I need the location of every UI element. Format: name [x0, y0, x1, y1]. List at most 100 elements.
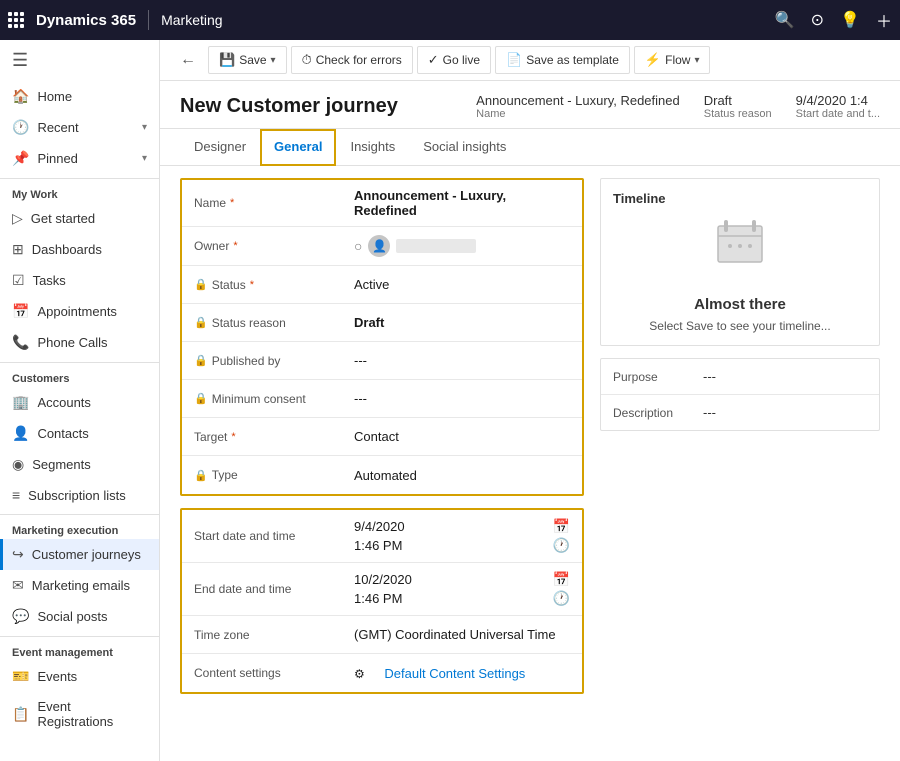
field-label-status-reason: 🔒 Status reason: [182, 308, 342, 338]
sidebar-item-home[interactable]: 🏠 Home: [0, 81, 159, 112]
meta-name-value: Announcement - Luxury, Redefined: [476, 93, 680, 108]
contacts-icon: 👤: [12, 425, 29, 442]
page-meta: Announcement - Luxury, Redefined Name Dr…: [476, 93, 880, 120]
content-settings-link[interactable]: Default Content Settings: [372, 658, 537, 689]
sidebar-item-recent[interactable]: 🕐 Recent ▾: [0, 112, 159, 143]
back-button[interactable]: ←: [172, 47, 204, 73]
expand-icon: ▾: [142, 122, 147, 133]
field-value-status[interactable]: Active: [342, 269, 582, 300]
purpose-row-purpose: Purpose ---: [601, 359, 879, 395]
form-row-status: 🔒 Status * Active: [182, 266, 582, 304]
sidebar-item-dashboards[interactable]: ⊞ Dashboards: [0, 234, 159, 265]
field-value-owner[interactable]: ○ 👤: [342, 227, 582, 265]
field-label-published-by: 🔒 Published by: [182, 346, 342, 376]
field-value-min-consent[interactable]: ---: [342, 383, 582, 414]
sidebar: ☰ 🏠 Home 🕐 Recent ▾ 📌 Pinned ▾ My Work ▷…: [0, 40, 160, 761]
purpose-value[interactable]: ---: [703, 369, 716, 384]
field-value-type[interactable]: Automated: [342, 460, 582, 491]
sidebar-item-events[interactable]: 🎫 Events: [0, 661, 159, 692]
owner-circle-icon: ○: [354, 238, 362, 254]
dashboards-icon: ⊞: [12, 241, 24, 258]
field-value-target[interactable]: Contact: [342, 421, 582, 452]
sidebar-item-subscription-lists[interactable]: ≡ Subscription lists: [0, 480, 159, 510]
timeline-almost-text: Almost there: [694, 296, 786, 313]
clock-icon[interactable]: 🕐: [553, 537, 570, 554]
flow-dropdown-icon[interactable]: ▾: [694, 55, 699, 66]
tab-insights[interactable]: Insights: [336, 129, 409, 166]
sidebar-item-label: Accounts: [37, 395, 90, 410]
main-content: ← 💾 Save ▾ ⏱ Check for errors ✓ Go live …: [160, 40, 900, 761]
page-header: New Customer journey Announcement - Luxu…: [160, 81, 900, 129]
meta-date-label: Start date and t...: [796, 108, 880, 120]
save-dropdown-icon[interactable]: ▾: [271, 55, 276, 66]
section-customers: Customers: [0, 367, 159, 387]
app-logo: Dynamics 365: [36, 12, 136, 29]
sidebar-item-get-started[interactable]: ▷ Get started: [0, 203, 159, 234]
field-value-name[interactable]: Announcement - Luxury, Redefined: [342, 180, 582, 226]
go-live-button[interactable]: ✓ Go live: [417, 46, 491, 74]
tab-designer[interactable]: Designer: [180, 129, 260, 166]
calendar-icon[interactable]: 📅: [553, 518, 570, 535]
field-value-status-reason[interactable]: Draft: [342, 307, 582, 338]
clock-icon[interactable]: 🕐: [553, 590, 570, 607]
sidebar-item-contacts[interactable]: 👤 Contacts: [0, 418, 159, 449]
sidebar-item-segments[interactable]: ◉ Segments: [0, 449, 159, 480]
sidebar-item-accounts[interactable]: 🏢 Accounts: [0, 387, 159, 418]
sidebar-divider: [0, 178, 159, 179]
recent-icon[interactable]: ⊙: [811, 10, 824, 30]
tab-social-insights[interactable]: Social insights: [409, 129, 520, 166]
field-label-type: 🔒 Type: [182, 460, 342, 490]
pinned-icon: 📌: [12, 150, 29, 167]
sidebar-item-appointments[interactable]: 📅 Appointments: [0, 296, 159, 327]
date-value-timezone[interactable]: (GMT) Coordinated Universal Time: [342, 619, 582, 650]
check-icon: ⏱: [302, 52, 312, 68]
date-value-content-settings[interactable]: ⚙ Default Content Settings: [342, 658, 582, 689]
save-button[interactable]: 💾 Save ▾: [208, 46, 287, 74]
sidebar-item-label: Dashboards: [32, 242, 102, 257]
date-value-start[interactable]: 9/4/2020 📅 1:46 PM 🕐: [342, 510, 582, 562]
purpose-card: Purpose --- Description ---: [600, 358, 880, 431]
events-icon: 🎫: [12, 668, 29, 685]
segments-icon: ◉: [12, 456, 24, 473]
calendar-icon[interactable]: 📅: [553, 571, 570, 588]
sidebar-item-label: Subscription lists: [28, 488, 126, 503]
customer-journeys-icon: ↪: [12, 546, 24, 563]
meta-date-value: 9/4/2020 1:4: [796, 93, 880, 108]
sidebar-item-social-posts[interactable]: 💬 Social posts: [0, 601, 159, 632]
check-errors-button[interactable]: ⏱ Check for errors: [291, 46, 413, 74]
end-time-text: 1:46 PM: [354, 591, 402, 606]
sidebar-item-customer-journeys[interactable]: ↪ Customer journeys: [0, 539, 159, 570]
date-row-start: Start date and time 9/4/2020 📅 1:46 PM 🕐: [182, 510, 582, 563]
date-label-timezone: Time zone: [182, 620, 342, 650]
purpose-row-description: Description ---: [601, 395, 879, 430]
tab-general[interactable]: General: [260, 129, 336, 166]
purpose-label: Purpose: [613, 370, 703, 384]
field-label-name: Name *: [182, 188, 342, 218]
sidebar-item-tasks[interactable]: ☑ Tasks: [0, 265, 159, 296]
save-template-button[interactable]: 📄 Save as template: [495, 46, 630, 74]
sidebar-item-pinned[interactable]: 📌 Pinned ▾: [0, 143, 159, 174]
form-row-type: 🔒 Type Automated: [182, 456, 582, 494]
waffle-icon[interactable]: [8, 12, 24, 28]
sidebar-divider: [0, 636, 159, 637]
form-section: Name * Announcement - Luxury, Redefined …: [180, 178, 584, 749]
sidebar-item-label: Social posts: [37, 609, 107, 624]
form-row-target: Target * Contact: [182, 418, 582, 456]
sidebar-item-event-registrations[interactable]: 📋 Event Registrations: [0, 692, 159, 736]
hamburger-menu[interactable]: ☰: [0, 40, 159, 81]
flow-button[interactable]: ⚡ Flow ▾: [634, 46, 711, 74]
field-label-target: Target *: [182, 422, 342, 452]
go-live-icon: ✓: [428, 52, 439, 68]
sidebar-item-marketing-emails[interactable]: ✉ Marketing emails: [0, 570, 159, 601]
field-label-min-consent: 🔒 Minimum consent: [182, 384, 342, 414]
add-icon[interactable]: ＋: [876, 8, 892, 32]
help-icon[interactable]: 💡: [840, 10, 860, 30]
date-value-end[interactable]: 10/2/2020 📅 1:46 PM 🕐: [342, 563, 582, 615]
owner-name-blur: [396, 239, 476, 253]
description-value[interactable]: ---: [703, 405, 716, 420]
sidebar-item-phone-calls[interactable]: 📞 Phone Calls: [0, 327, 159, 358]
registrations-icon: 📋: [12, 706, 29, 723]
search-icon[interactable]: 🔍: [775, 10, 795, 30]
sidebar-item-label: Customer journeys: [32, 547, 141, 562]
field-value-published-by[interactable]: ---: [342, 345, 582, 376]
